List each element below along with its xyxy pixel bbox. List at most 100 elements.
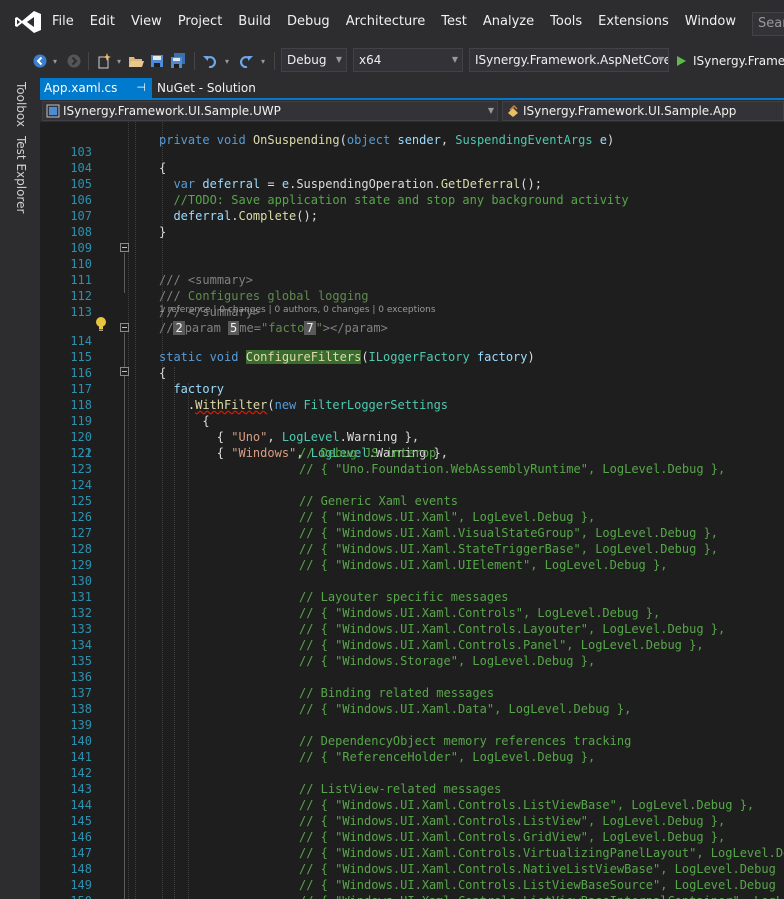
back-dropdown-icon[interactable]: ▾ <box>50 44 60 78</box>
line-number: 122 <box>70 446 92 460</box>
code-line: 142 <box>40 765 784 781</box>
line-number: 131 <box>70 590 92 604</box>
line-number: 140 <box>70 734 92 748</box>
menu-file[interactable]: File <box>44 0 82 44</box>
code-line: 128 // { "Windows.UI.Xaml.StateTriggerBas… <box>40 541 784 557</box>
chevron-down-icon: ▼ <box>451 55 459 64</box>
tab-label: App.xaml.cs <box>44 81 118 95</box>
comment-text: // { "Windows.Storage", LogLevel.Debug }… <box>299 654 596 668</box>
code-line: 105 //TODO: Save application state and s… <box>40 160 784 207</box>
save-all-button[interactable] <box>168 44 188 78</box>
line-number: 123 <box>70 462 92 476</box>
code-line: 110 /// <summary> <box>40 240 784 287</box>
line-number: 149 <box>70 878 92 892</box>
chevron-down-icon: ▼ <box>657 55 665 64</box>
line-number: 132 <box>70 606 92 620</box>
comment-text: // { "Windows.UI.Xaml.StateTriggerBase",… <box>299 542 719 556</box>
test-explorer-tab[interactable]: Test Explorer <box>12 136 28 213</box>
comment-text: // { "Windows.UI.Xaml.Controls.ListViewB… <box>299 798 755 812</box>
menu-edit[interactable]: Edit <box>82 0 123 44</box>
start-debugging-button[interactable]: ISynergy.Framew <box>675 44 784 78</box>
menu-analyze[interactable]: Analyze <box>475 0 542 44</box>
code-line: 124 <box>40 477 784 493</box>
code-line: 150 // { "Windows.UI.Xaml.Controls.ListVi… <box>40 893 784 899</box>
code-line: 130 <box>40 573 784 589</box>
redo-button[interactable] <box>236 44 256 78</box>
solution-platform-select[interactable]: x64 ▼ <box>353 48 463 72</box>
line-number: 126 <box>70 510 92 524</box>
code-line: 121 <box>40 429 784 460</box>
comment-text: // { "ReferenceHolder", LogLevel.Debug }… <box>299 750 596 764</box>
menu-bar: File Edit View Project Build Debug Archi… <box>0 0 784 44</box>
code-line: 120 { "Windows", LogLevel.Warning }, <box>40 413 784 460</box>
configuration-value: Debug <box>287 53 327 67</box>
codelens-info[interactable]: 1 reference | 0 changes | 0 authors, 0 c… <box>159 305 436 315</box>
line-number: 141 <box>70 750 92 764</box>
comment-text: // { "Windows.UI.Xaml.Controls.ListView"… <box>299 814 726 828</box>
tab-app-xaml-cs[interactable]: App.xaml.cs ⊣ <box>40 78 152 98</box>
redo-icon <box>239 56 253 68</box>
menu-build[interactable]: Build <box>230 0 279 44</box>
menu-debug[interactable]: Debug <box>279 0 338 44</box>
open-file-button[interactable] <box>126 44 146 78</box>
menu-test[interactable]: Test <box>433 0 475 44</box>
code-line: 141 // { "ReferenceHolder", LogLevel.Debu… <box>40 749 784 765</box>
line-number: 133 <box>70 622 92 636</box>
menu-view[interactable]: View <box>123 0 170 44</box>
toolbox-tab[interactable]: Toolbox <box>12 82 28 127</box>
menu-architecture[interactable]: Architecture <box>338 0 434 44</box>
type-scope-value: ISynergy.Framework.UI.Sample.App <box>523 104 737 118</box>
code-line: 137 // Binding related messages <box>40 685 784 701</box>
run-target-label: ISynergy.Framew <box>693 54 784 68</box>
code-line: 115 { <box>40 333 784 380</box>
code-line: 129 // { "Windows.UI.Xaml.UIElement", Log… <box>40 557 784 573</box>
navigate-back-button[interactable] <box>30 44 50 78</box>
solution-configuration-select[interactable]: Debug ▼ <box>281 48 347 72</box>
code-editor[interactable]: private void OnSuspending(object sender,… <box>40 122 784 899</box>
open-folder-icon <box>129 57 144 67</box>
line-number: 150 <box>56 893 92 899</box>
startup-project-select[interactable]: ISynergy.Framework.AspNetCore (I ▼ <box>469 48 669 72</box>
new-item-button[interactable] <box>94 44 114 78</box>
code-line: 106 deferral.Complete(); <box>40 176 784 223</box>
type-scope-select[interactable]: ISynergy.Framework.UI.Sample.App <box>502 101 784 121</box>
undo-dropdown-icon[interactable]: ▾ <box>222 44 232 78</box>
toolbar-separator <box>194 52 195 70</box>
redo-dropdown-icon[interactable]: ▾ <box>258 44 268 78</box>
code-line: 131 // Layouter specific messages <box>40 589 784 605</box>
code-line: 134 // { "Windows.UI.Xaml.Controls.Panel"… <box>40 637 784 653</box>
visual-studio-logo-icon[interactable] <box>14 10 42 34</box>
comment-text: // { "Windows.UI.Xaml.Controls.Layouter"… <box>299 622 726 636</box>
code-line: 143 // ListView-related messages <box>40 781 784 797</box>
undo-button[interactable] <box>200 44 220 78</box>
save-button[interactable] <box>148 44 166 78</box>
tab-nuget-solution[interactable]: NuGet - Solution <box>153 78 263 98</box>
code-line: 114 static void ConfigureFilters(ILogger… <box>40 317 784 364</box>
line-number: 127 <box>70 526 92 540</box>
back-arrow-icon <box>33 54 47 68</box>
code-line: 139 <box>40 717 784 733</box>
comment-text: // { "Windows.UI.Xaml.VisualStateGroup",… <box>299 526 719 540</box>
new-item-icon <box>98 53 111 69</box>
line-number: 136 <box>70 670 92 684</box>
navigate-forward-button[interactable] <box>64 44 84 78</box>
code-line: 145 // { "Windows.UI.Xaml.Controls.ListVi… <box>40 813 784 829</box>
toolbar-separator <box>274 52 275 70</box>
menu-extensions[interactable]: Extensions <box>590 0 677 44</box>
menu-tools[interactable]: Tools <box>542 0 590 44</box>
forward-arrow-icon <box>67 54 81 68</box>
new-item-dropdown-icon[interactable]: ▾ <box>114 44 124 78</box>
search-input[interactable]: Search <box>752 12 784 36</box>
menu-project[interactable]: Project <box>170 0 230 44</box>
menu-window[interactable]: Window <box>677 0 744 44</box>
project-scope-select[interactable]: ISynergy.Framework.UI.Sample.UWP ▼ <box>42 101 498 121</box>
code-line: 135 // { "Windows.Storage", LogLevel.Debu… <box>40 653 784 669</box>
pin-icon[interactable]: ⊣ <box>136 78 146 98</box>
comment-text: // { "Windows.UI.Xaml.Data", LogLevel.De… <box>299 702 632 716</box>
code-line: 147 // { "Windows.UI.Xaml.Controls.Virtua… <box>40 845 784 861</box>
navigation-bar: ISynergy.Framework.UI.Sample.UWP ▼ ISyne… <box>40 100 784 122</box>
csharp-project-icon <box>46 104 60 118</box>
line-number: 146 <box>70 830 92 844</box>
play-icon <box>677 56 686 66</box>
chevron-down-icon: ▼ <box>335 55 343 64</box>
